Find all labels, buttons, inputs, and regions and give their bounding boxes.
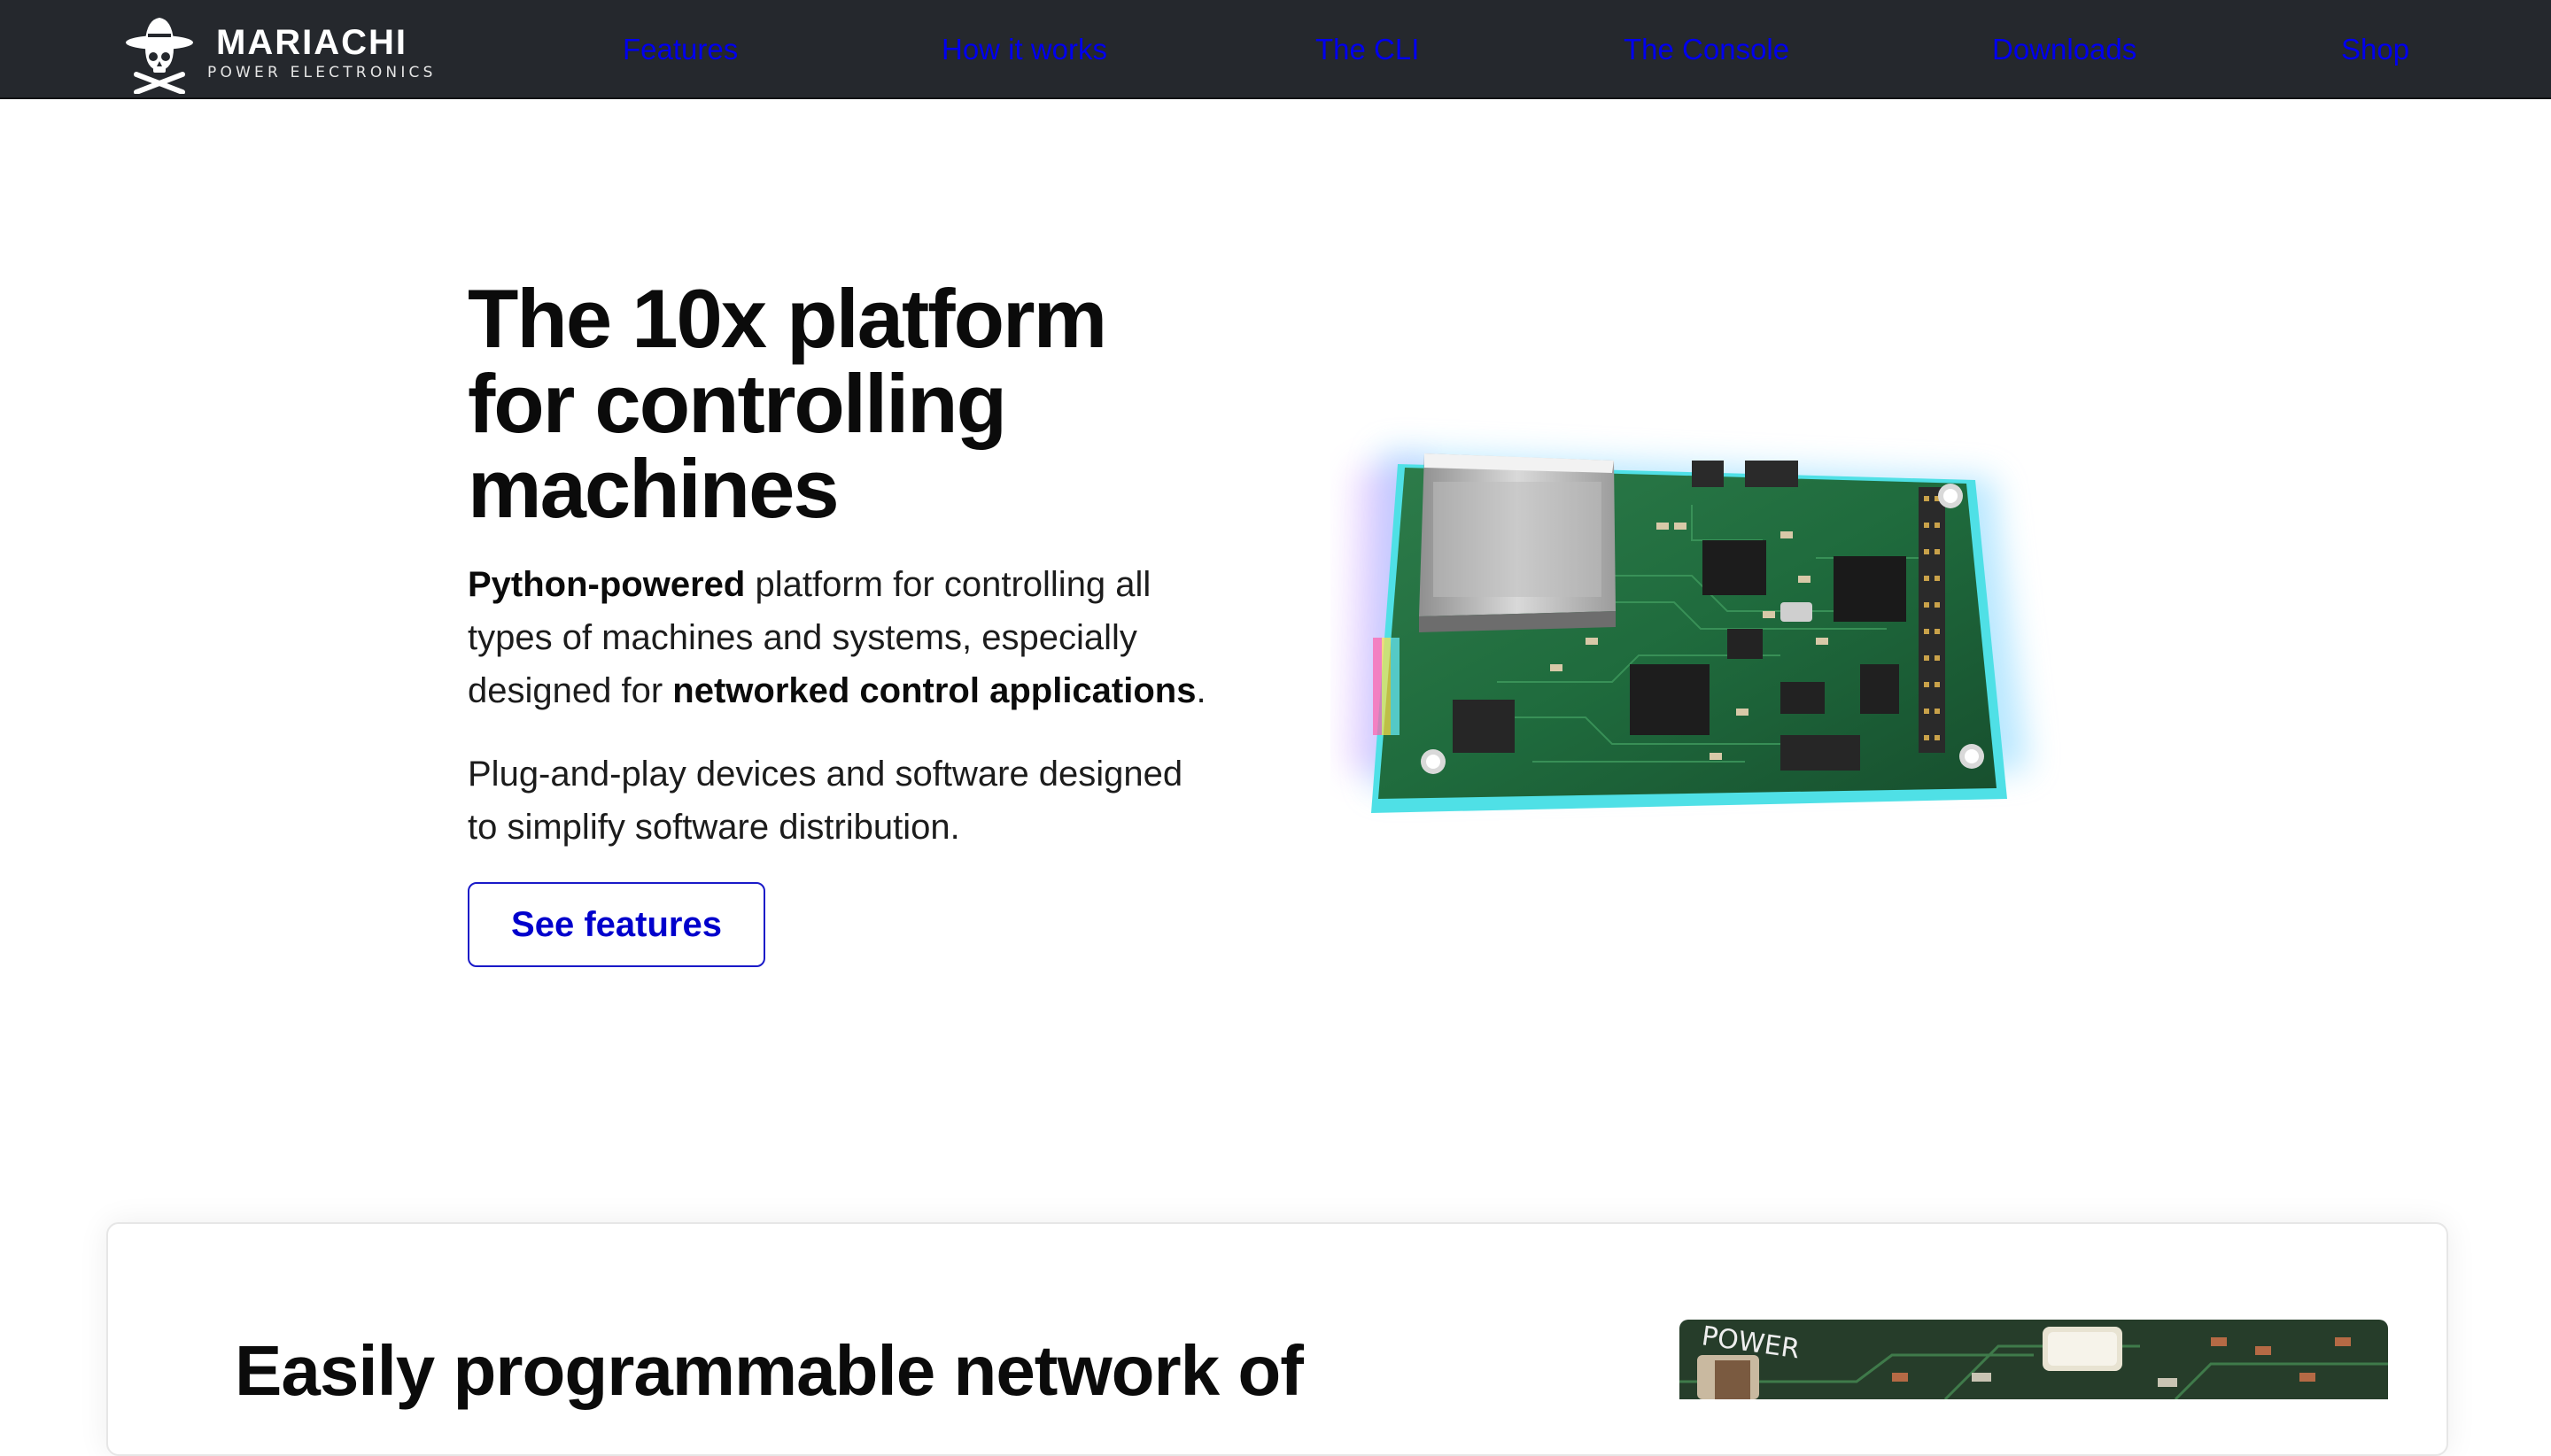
see-features-button[interactable]: See features <box>468 882 765 967</box>
features-card-title: Easily programmable network of <box>235 1331 1304 1410</box>
hero-desc-highlight-networked: networked control applications <box>672 671 1197 710</box>
brand-name: MARIACHI <box>216 23 407 62</box>
top-navbar: MARIACHI POWER ELECTRONICS Features How … <box>0 0 2551 99</box>
nav-link-downloads[interactable]: Downloads <box>1992 32 2136 67</box>
nav-link-features[interactable]: Features <box>623 32 738 67</box>
hero-desc-highlight-python: Python-powered <box>468 565 746 604</box>
brand-home-link[interactable]: MARIACHI POWER ELECTRONICS <box>124 12 443 94</box>
nav-link-the-cli[interactable]: The CLI <box>1315 32 1419 67</box>
hero-secondary-description: Plug-and-play devices and software desig… <box>468 755 1183 847</box>
controller-board-image <box>1346 452 2028 813</box>
nav-link-how-it-works[interactable]: How it works <box>942 32 1107 67</box>
pcb-closeup-image: POWER <box>1679 1320 2388 1399</box>
nav-link-the-console[interactable]: The Console <box>1624 32 1789 67</box>
hero-desc-period: . <box>1196 671 1206 710</box>
hero-title: The 10x platform for controlling machine… <box>468 272 1107 535</box>
hero-description: Python-powered platform for controlling … <box>468 558 1221 717</box>
mariachi-skull-logo-icon <box>126 18 193 94</box>
brand-tagline: POWER ELECTRONICS <box>207 64 437 81</box>
nav-link-shop[interactable]: Shop <box>2341 32 2409 67</box>
